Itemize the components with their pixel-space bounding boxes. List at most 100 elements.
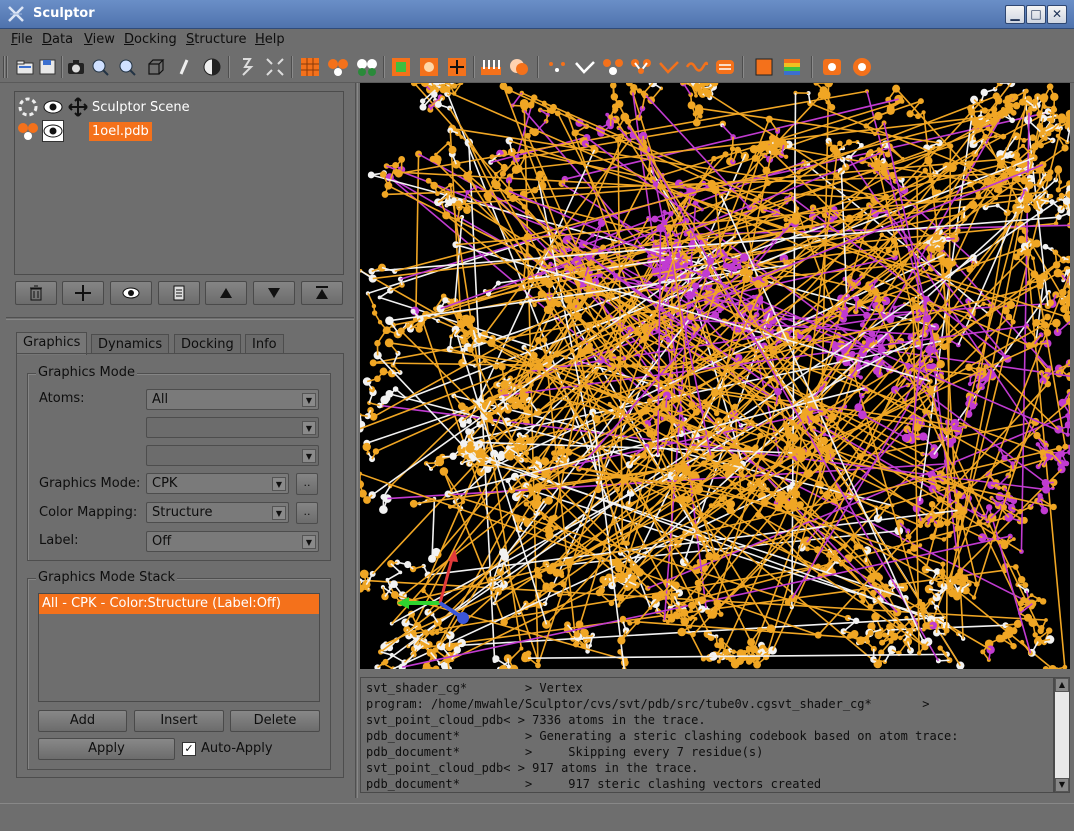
title-bar: Sculptor ▁ □ ✕	[0, 0, 1074, 29]
zoom-in-icon[interactable]	[88, 55, 112, 79]
visibility-eye-icon[interactable]	[42, 120, 64, 142]
scene-spinner-icon	[17, 96, 39, 118]
close-button[interactable]: ✕	[1047, 5, 1067, 24]
molecules-icon[interactable]	[355, 55, 379, 79]
menu-bar: File Data View Docking Structure Help	[0, 29, 1074, 51]
menu-data[interactable]: Data	[42, 32, 73, 47]
square-icon[interactable]	[752, 55, 776, 79]
console-line: pdb_document* > Skipping every 7 residue…	[366, 745, 764, 759]
scroll-down-icon[interactable]: ▼	[1055, 778, 1069, 792]
graphics-mode-stack-list[interactable]: All - CPK - Color:Structure (Label:Off)	[38, 593, 320, 702]
save-icon[interactable]	[36, 55, 60, 79]
atoms-label: Atoms:	[39, 391, 85, 406]
move-up-icon[interactable]	[205, 281, 247, 305]
scene-root-row[interactable]: Sculptor Scene	[17, 96, 190, 118]
menu-structure[interactable]: Structure	[186, 32, 247, 47]
chevron-down-icon: ▼	[302, 421, 316, 435]
eye-icon[interactable]	[42, 96, 64, 118]
sphere-icon[interactable]	[507, 55, 531, 79]
open-icon[interactable]	[13, 55, 37, 79]
screenshot-icon[interactable]	[64, 55, 88, 79]
tab-info[interactable]: Info	[245, 334, 284, 354]
console-line: svt_point_cloud_pdb< > 7336 atoms in the…	[366, 713, 706, 727]
clip-icon[interactable]	[172, 55, 196, 79]
chevron-down-icon: ▼	[272, 477, 286, 491]
console-line: svt_shader_cg* > Vertex	[366, 681, 583, 695]
voxel-icon[interactable]	[389, 55, 413, 79]
graphics-mode-select[interactable]: CPK ▼	[146, 473, 289, 494]
molecule-icon[interactable]	[326, 55, 350, 79]
main-splitter[interactable]	[355, 83, 358, 798]
menu-docking[interactable]: Docking	[124, 32, 177, 47]
minimize-button[interactable]: ▁	[1005, 5, 1025, 24]
graphics-mode-options-button[interactable]: ..	[296, 473, 318, 495]
status-bar	[0, 803, 1074, 831]
label-select[interactable]: Off ▼	[146, 531, 319, 552]
stripes-icon[interactable]	[780, 55, 804, 79]
tab-docking[interactable]: Docking	[174, 334, 241, 354]
console-line: svt_point_cloud_pdb< > 917 atoms in the …	[366, 761, 699, 775]
wave-icon[interactable]	[685, 55, 709, 79]
circle-gear-icon[interactable]	[850, 55, 874, 79]
apply-button[interactable]: Apply	[38, 738, 175, 760]
zoom-out-icon[interactable]	[115, 55, 139, 79]
graphics-mode-stack-title: Graphics Mode Stack	[36, 570, 178, 585]
expand-icon[interactable]	[263, 55, 287, 79]
console-line: program: /home/mwahle/Sculptor/cvs/svt/p…	[366, 697, 930, 711]
move-arrows-icon[interactable]	[67, 96, 89, 118]
tab-dynamics[interactable]: Dynamics	[91, 334, 170, 354]
scroll-track[interactable]	[1055, 692, 1069, 778]
bar-icon[interactable]	[479, 55, 503, 79]
console-output[interactable]: svt_shader_cg* > Vertex program: /home/m…	[360, 677, 1054, 793]
atoms-sub-select-2[interactable]: ▼	[146, 445, 319, 466]
menu-view[interactable]: View	[84, 32, 115, 47]
add-button[interactable]: Add	[38, 710, 127, 732]
grid-icon[interactable]	[298, 55, 322, 79]
molecule-icon	[17, 120, 39, 142]
scene-item-label[interactable]: 1oel.pdb	[89, 121, 152, 141]
contrast-icon[interactable]	[200, 55, 224, 79]
scroll-up-icon[interactable]: ▲	[1055, 678, 1069, 692]
check-icon[interactable]	[573, 55, 597, 79]
molecule-viewport[interactable]	[360, 83, 1070, 669]
atoms2-icon[interactable]	[629, 55, 653, 79]
atoms-select[interactable]: All ▼	[146, 389, 319, 410]
move-icon[interactable]	[445, 55, 469, 79]
eye-icon[interactable]	[110, 281, 152, 305]
graphics-mode-group: Graphics Mode Atoms: All ▼ ▼ ▼ Graphics …	[27, 365, 331, 561]
color-mapping-select[interactable]: Structure ▼	[146, 502, 289, 523]
move-down-icon[interactable]	[253, 281, 295, 305]
delete-button[interactable]: Delete	[230, 710, 320, 732]
gear-icon[interactable]	[820, 55, 844, 79]
maximize-button[interactable]: □	[1026, 5, 1046, 24]
menu-file[interactable]: File	[11, 32, 33, 47]
tab-graphics[interactable]: Graphics	[16, 332, 88, 355]
box-icon[interactable]	[144, 55, 168, 79]
console-scrollbar[interactable]: ▲ ▼	[1054, 677, 1070, 793]
menu-help[interactable]: Help	[255, 32, 285, 47]
swap-icon[interactable]	[713, 55, 737, 79]
graphics-mode-label: Graphics Mode:	[39, 476, 141, 491]
dots-icon[interactable]	[545, 55, 569, 79]
window-title: Sculptor	[33, 6, 95, 21]
move-arrows-icon[interactable]	[62, 281, 104, 305]
delete-icon[interactable]	[15, 281, 57, 305]
scene-item-row[interactable]: 1oel.pdb	[17, 120, 152, 142]
toolbar-grip[interactable]	[3, 56, 9, 78]
atoms-icon[interactable]	[601, 55, 625, 79]
check2-icon[interactable]	[657, 55, 681, 79]
color-mapping-options-button[interactable]: ..	[296, 502, 318, 524]
atoms-sub-select-1[interactable]: ▼	[146, 417, 319, 438]
auto-apply-checkbox[interactable]: ✓	[182, 742, 196, 756]
scene-root-label: Sculptor Scene	[92, 99, 190, 115]
panel-splitter[interactable]	[6, 317, 354, 320]
app-logo-icon	[8, 6, 24, 22]
console-line: pdb_document* > 917 steric clashing vect…	[366, 777, 822, 791]
sharpen-icon[interactable]	[235, 55, 259, 79]
list-item[interactable]: All - CPK - Color:Structure (Label:Off)	[39, 594, 319, 614]
move-top-icon[interactable]	[301, 281, 343, 305]
insert-button[interactable]: Insert	[134, 710, 224, 732]
toolbar	[0, 51, 1074, 83]
document-icon[interactable]	[158, 281, 200, 305]
voxel2-icon[interactable]	[417, 55, 441, 79]
